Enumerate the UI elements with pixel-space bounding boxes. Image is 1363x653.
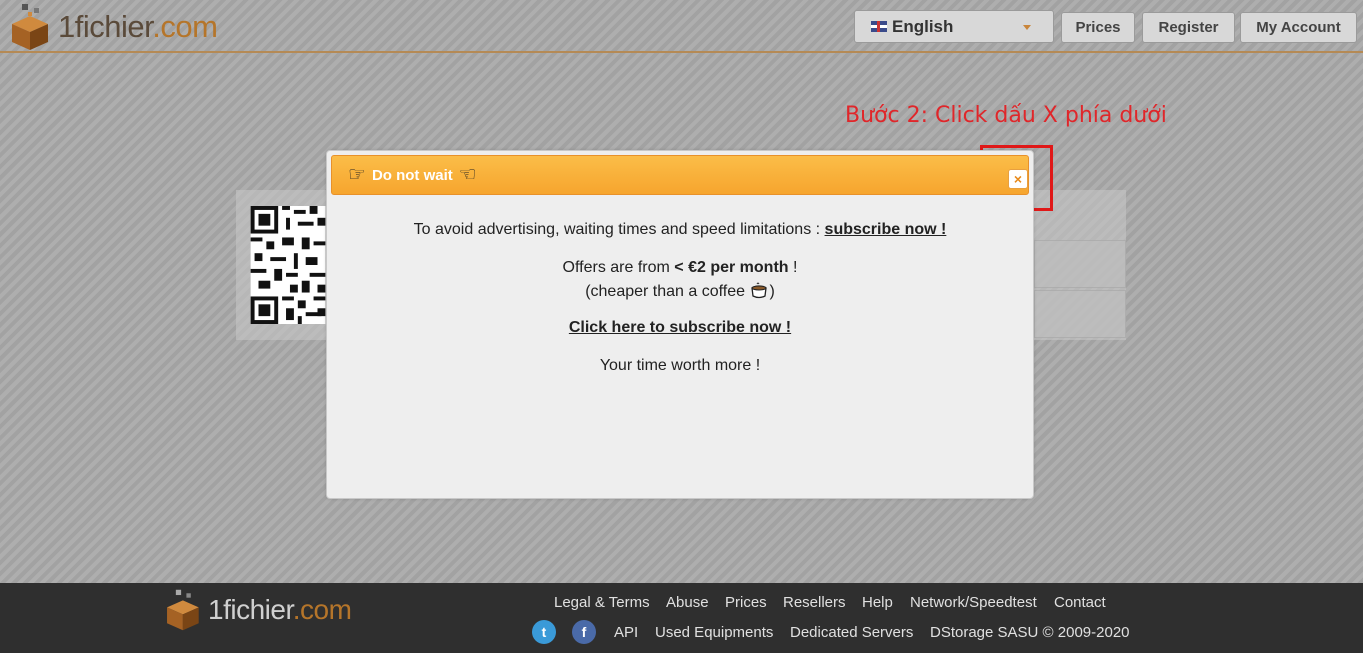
subscribe-now-link[interactable]: subscribe now ! (825, 221, 947, 238)
modal-title: Do not wait (371, 166, 453, 184)
register-button[interactable]: Register (1142, 12, 1235, 43)
modal-line-offers: Offers are from < €2 per month ! (562, 259, 798, 276)
modal-line-advertising: To avoid advertising, waiting times and … (413, 221, 947, 238)
footer-link-dedicated-servers[interactable]: Dedicated Servers (790, 624, 913, 641)
twitter-icon[interactable]: t (532, 620, 556, 644)
modal-header: ☞ Do not wait ☜ × (331, 155, 1029, 195)
hand-pointing-left-icon: ☜ (458, 164, 477, 186)
background-row (1034, 290, 1126, 338)
footer-link-prices[interactable]: Prices (725, 594, 767, 611)
footer-link-used-equipments[interactable]: Used Equipments (655, 624, 773, 641)
logo-box-icon (12, 4, 48, 50)
modal-line-coffee: (cheaper than a coffee ) (585, 282, 775, 300)
footer-link-legal[interactable]: Legal & Terms (554, 594, 650, 611)
footer-logo-text: 1fichier.com (208, 594, 352, 625)
logo-box-icon (167, 589, 199, 631)
language-select[interactable]: English (854, 10, 1054, 43)
footer-link-resellers[interactable]: Resellers (783, 594, 846, 611)
coffee-cup-icon (751, 282, 768, 299)
chevron-down-icon (1023, 25, 1031, 30)
facebook-icon[interactable]: f (572, 620, 596, 644)
qr-code (250, 206, 326, 324)
price-highlight: < €2 per month (674, 259, 789, 276)
click-here-subscribe-link[interactable]: Click here to subscribe now ! (569, 319, 791, 336)
prices-button[interactable]: Prices (1061, 12, 1135, 43)
background-row (1034, 240, 1126, 288)
footer-link-help[interactable]: Help (862, 594, 893, 611)
hand-pointing-right-icon: ☞ (348, 164, 366, 186)
site-logo[interactable]: 1fichier.com (4, 2, 218, 52)
my-account-button[interactable]: My Account (1240, 12, 1357, 43)
uk-flag-icon (871, 21, 887, 32)
footer-link-api[interactable]: API (614, 624, 638, 641)
footer-logo[interactable]: 1fichier.com (160, 588, 352, 632)
instruction-annotation: Bước 2: Click dấu X phía dưới (845, 103, 1167, 128)
modal-line-time: Your time worth more ! (599, 357, 761, 374)
language-label: English (892, 16, 954, 36)
close-button[interactable]: × (1008, 169, 1028, 189)
footer-link-contact[interactable]: Contact (1054, 594, 1106, 611)
footer-copyright: DStorage SASU © 2009-2020 (930, 624, 1130, 641)
modal-line-cta: Click here to subscribe now ! (327, 319, 1033, 337)
footer-link-abuse[interactable]: Abuse (666, 594, 709, 611)
site-header: 1fichier.com English Prices Register My … (0, 0, 1363, 53)
logo-text: 1fichier.com (58, 9, 218, 44)
footer-link-network[interactable]: Network/Speedtest (910, 594, 1037, 611)
close-icon: × (1013, 171, 1023, 187)
subscribe-modal: ☞ Do not wait ☜ × To avoid advertising, … (326, 150, 1034, 499)
